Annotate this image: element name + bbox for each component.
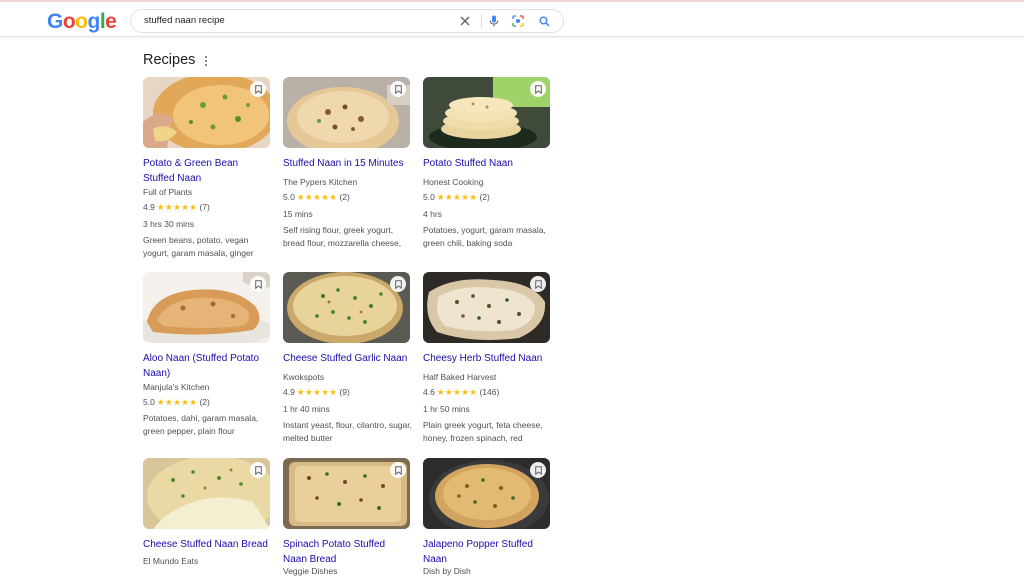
recipe-card[interactable]: Stuffed Naan in 15 Minutes The Pypers Ki…: [283, 77, 411, 267]
recipe-source: Dish by Dish: [423, 566, 471, 576]
recipe-ingredients: Instant yeast, flour, cilantro, sugar, m…: [283, 420, 412, 443]
more-vert-icon[interactable]: [200, 54, 212, 68]
recipe-time: 3 hrs 30 mins: [143, 219, 195, 229]
recipe-card[interactable]: Cheese Stuffed Naan Bread El Mundo Eats: [143, 458, 271, 570]
recipe-source: Veggie Dishes: [283, 566, 338, 576]
bookmark-icon[interactable]: [530, 462, 546, 478]
rating-value: 5.0: [423, 192, 435, 202]
recipe-thumbnail[interactable]: [143, 458, 270, 529]
rating-value: 4.9: [283, 387, 295, 397]
review-count: (2): [339, 192, 350, 202]
clear-icon[interactable]: [458, 14, 472, 28]
recipe-source: Full of Plants: [143, 187, 193, 197]
recipe-time: 1 hr 50 mins: [423, 404, 470, 414]
recipe-title[interactable]: Aloo Naan (Stuffed Potato Naan): [143, 351, 270, 381]
rating-stars: ★★★★★: [296, 192, 338, 202]
bookmark-icon[interactable]: [250, 81, 266, 97]
recipe-card[interactable]: Spinach Potato Stuffed Naan Bread Veggie…: [283, 458, 411, 576]
recipe-ingredients: Potatoes, dahi, garam masala, green pepp…: [143, 413, 259, 436]
recipe-thumbnail[interactable]: [143, 272, 270, 343]
review-count: (146): [479, 387, 500, 397]
recipe-thumbnail[interactable]: [423, 272, 550, 343]
bookmark-icon[interactable]: [390, 81, 406, 97]
lens-icon[interactable]: [511, 14, 525, 28]
recipe-thumbnail[interactable]: [143, 77, 270, 148]
search-header: Google: [0, 2, 1024, 37]
recipe-ingredients: Self rising flour, greek yogurt, bread f…: [283, 225, 402, 248]
recipe-ingredients: Plain greek yogurt, feta cheese, honey, …: [423, 420, 543, 443]
bookmark-icon[interactable]: [530, 276, 546, 292]
recipe-card[interactable]: Aloo Naan (Stuffed Potato Naan) Manjula'…: [143, 272, 271, 462]
rating-value: 5.0: [143, 397, 155, 407]
rating-stars: ★★★★★: [156, 202, 198, 212]
rating-value: 5.0: [283, 192, 295, 202]
search-input[interactable]: [144, 13, 444, 28]
review-count: (2): [199, 397, 210, 407]
recipe-title[interactable]: Stuffed Naan in 15 Minutes: [283, 156, 410, 171]
bookmark-icon[interactable]: [250, 462, 266, 478]
recipe-title[interactable]: Cheesy Herb Stuffed Naan: [423, 351, 550, 366]
recipe-source: El Mundo Eats: [143, 556, 199, 566]
recipe-card[interactable]: Potato Stuffed Naan Honest Cooking 5.0 ★★…: [423, 77, 551, 267]
review-count: (7): [199, 202, 210, 212]
rating-stars: ★★★★★: [436, 387, 478, 397]
recipe-title[interactable]: Potato Stuffed Naan: [423, 156, 550, 171]
recipe-ingredients: Green beans, potato, vegan yogurt, garam…: [143, 235, 254, 258]
recipe-card[interactable]: Potato & Green Bean Stuffed Naan Full of…: [143, 77, 271, 267]
recipe-rating: 4.9 ★★★★★ (7): [143, 201, 273, 213]
rating-value: 4.6: [423, 387, 435, 397]
recipe-rating: 5.0 ★★★★★ (2): [423, 191, 553, 203]
search-divider: [481, 14, 482, 28]
bookmark-icon[interactable]: [390, 462, 406, 478]
recipe-rating: 4.6 ★★★★★ (146): [423, 386, 553, 398]
recipe-rating: 5.0 ★★★★★ (2): [283, 191, 413, 203]
search-box: [130, 9, 564, 33]
recipe-card[interactable]: Jalapeno Popper Stuffed Naan Dish by Dis…: [423, 458, 551, 576]
review-count: (2): [479, 192, 490, 202]
review-count: (9): [339, 387, 350, 397]
mic-icon[interactable]: [487, 14, 501, 28]
recipe-title[interactable]: Cheese Stuffed Garlic Naan: [283, 351, 410, 366]
bookmark-icon[interactable]: [530, 81, 546, 97]
recipe-thumbnail[interactable]: [423, 458, 550, 529]
recipe-source: The Pypers Kitchen: [283, 177, 358, 187]
rating-stars: ★★★★★: [436, 192, 478, 202]
recipe-thumbnail[interactable]: [283, 272, 410, 343]
rating-stars: ★★★★★: [296, 387, 338, 397]
recipe-card[interactable]: Cheese Stuffed Garlic Naan Kwokspots 4.9…: [283, 272, 413, 462]
recipe-title[interactable]: Spinach Potato Stuffed Naan Bread: [283, 537, 410, 567]
recipe-time: 15 mins: [283, 209, 313, 219]
recipe-source: Kwokspots: [283, 372, 325, 382]
recipe-ingredients: Potatoes, yogurt, garam masala, green ch…: [423, 225, 546, 248]
rating-stars: ★★★★★: [156, 397, 198, 407]
bookmark-icon[interactable]: [390, 276, 406, 292]
recipe-card[interactable]: Cheesy Herb Stuffed Naan Half Baked Harv…: [423, 272, 551, 462]
recipe-title[interactable]: Cheese Stuffed Naan Bread: [143, 537, 270, 552]
recipe-time: 4 hrs: [423, 209, 442, 219]
recipe-title[interactable]: Potato & Green Bean Stuffed Naan: [143, 156, 270, 186]
recipe-source: Honest Cooking: [423, 177, 484, 187]
google-logo[interactable]: Google: [47, 10, 117, 34]
recipe-rating: 5.0 ★★★★★ (2): [143, 396, 273, 408]
recipe-title[interactable]: Jalapeno Popper Stuffed Naan: [423, 537, 550, 567]
rating-value: 4.9: [143, 202, 155, 212]
recipe-source: Half Baked Harvest: [423, 372, 497, 382]
recipe-thumbnail[interactable]: [283, 77, 410, 148]
recipe-source: Manjula's Kitchen: [143, 382, 210, 392]
recipe-time: 1 hr 40 mins: [283, 404, 330, 414]
recipes-heading: Recipes: [143, 52, 196, 68]
search-icon[interactable]: [537, 14, 551, 28]
bookmark-icon[interactable]: [250, 276, 266, 292]
recipe-thumbnail[interactable]: [283, 458, 410, 529]
recipe-thumbnail[interactable]: [423, 77, 550, 148]
recipe-rating: 4.9 ★★★★★ (9): [283, 386, 413, 398]
